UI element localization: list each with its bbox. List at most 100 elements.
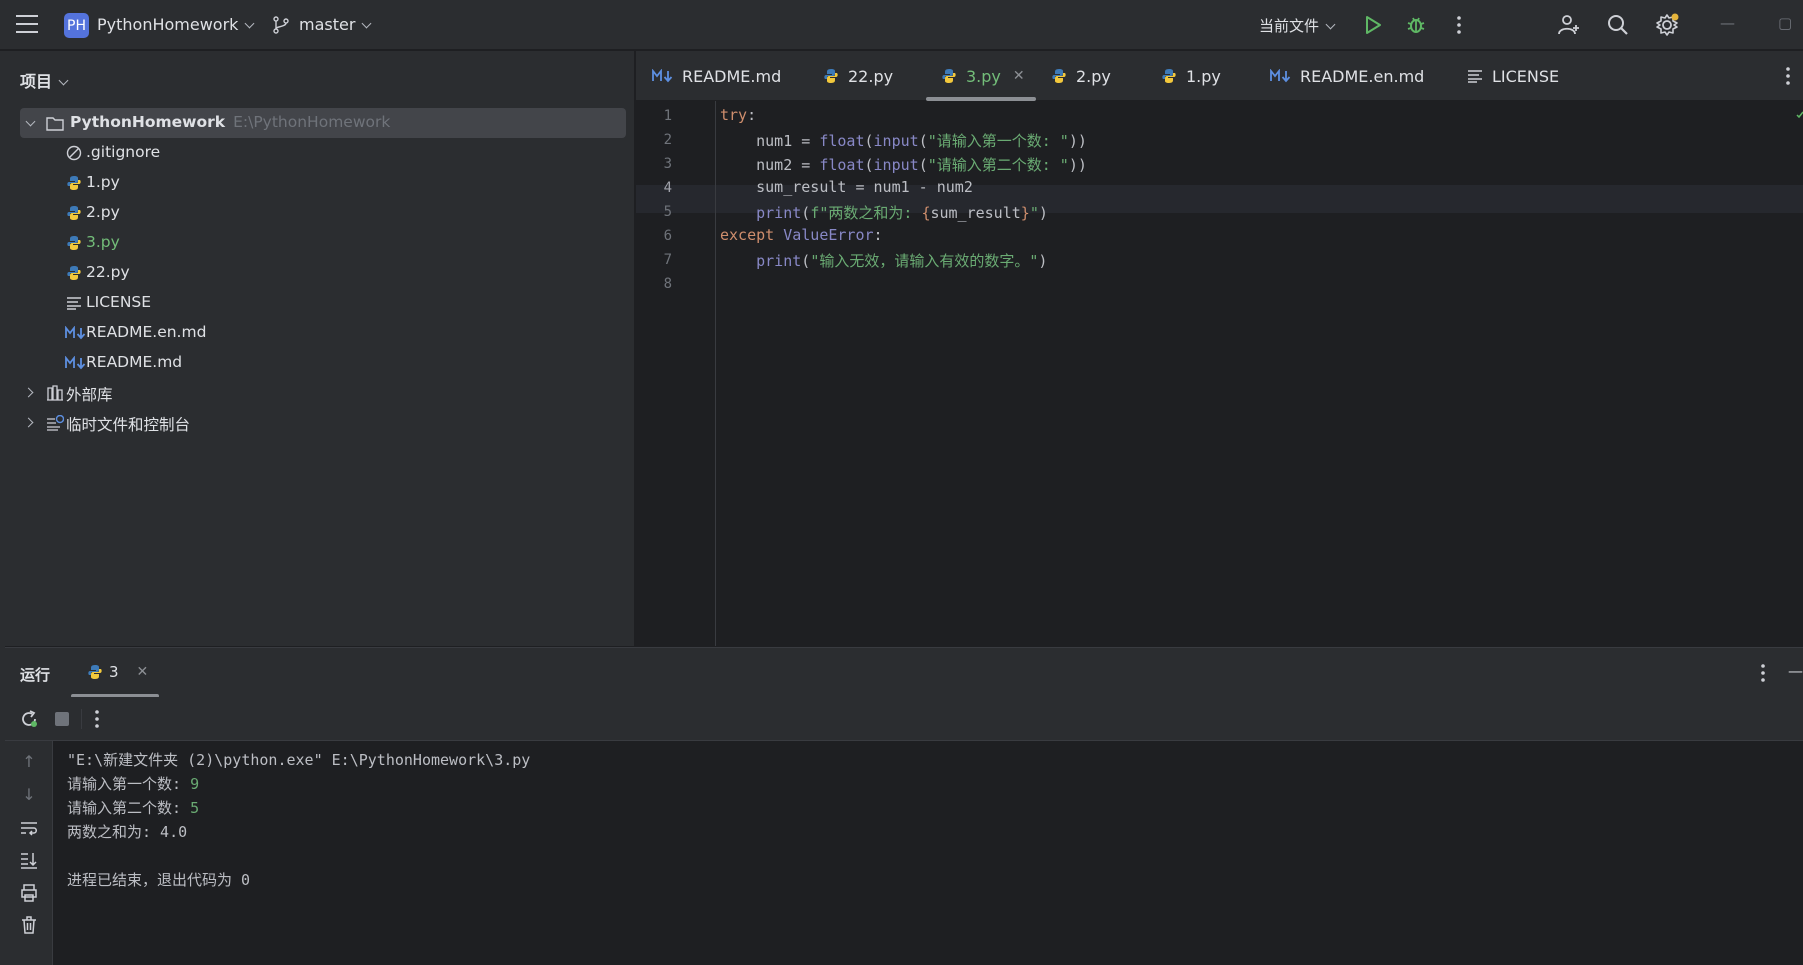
line-number: 1 <box>663 108 672 124</box>
scroll-to-end-icon[interactable] <box>19 850 39 870</box>
arrow-up-icon[interactable]: ↑ <box>19 751 39 771</box>
python-icon <box>65 234 83 252</box>
run-icon[interactable] <box>1360 12 1386 38</box>
tab-label: 22.py <box>848 66 894 86</box>
line-number: 8 <box>663 276 672 292</box>
run-panel-header: 运行 3 ✕ — <box>5 647 1803 698</box>
python-icon <box>65 204 83 222</box>
maximize-icon[interactable]: ▢ <box>1778 14 1792 32</box>
run-toolbar <box>5 697 1803 741</box>
tree-item-label: README.md <box>86 353 183 371</box>
code-line-1: try: <box>720 106 757 124</box>
chevron-right-icon[interactable] <box>23 417 34 428</box>
branch-name: master <box>299 15 356 34</box>
python-icon <box>1050 67 1068 85</box>
chevron-right-icon[interactable] <box>23 387 34 398</box>
python-icon <box>87 664 103 680</box>
ignore-icon <box>65 144 83 162</box>
more-icon[interactable] <box>95 710 99 728</box>
tab-label: 1.py <box>1186 66 1221 86</box>
line-number: 2 <box>663 132 672 148</box>
close-icon[interactable]: ✕ <box>137 664 149 680</box>
settings-icon[interactable] <box>1654 12 1680 38</box>
project-name: PythonHomework <box>97 15 239 34</box>
tree-item-license[interactable]: LICENSE <box>20 288 626 318</box>
markdown-icon <box>65 324 87 342</box>
tree-item-label: 3.py <box>86 233 120 251</box>
tab-readme-en-md[interactable]: README.en.md <box>1270 51 1424 101</box>
project-panel-title: 项目 <box>20 72 53 91</box>
project-selector[interactable]: PythonHomework <box>97 15 255 34</box>
active-tab-indicator <box>926 97 1036 101</box>
text-icon <box>65 294 83 312</box>
markdown-icon <box>1270 67 1292 85</box>
tabs-more-icon[interactable] <box>1786 51 1790 101</box>
more-icon[interactable] <box>1761 664 1765 682</box>
more-icon[interactable] <box>1446 12 1472 38</box>
chevron-down-icon[interactable] <box>25 116 36 127</box>
tree-item-readme-en[interactable]: README.en.md <box>20 318 626 348</box>
tree-item-1py[interactable]: 1.py <box>20 168 626 198</box>
tree-item-gitignore[interactable]: .gitignore <box>20 138 626 168</box>
chevron-down-icon <box>244 18 255 29</box>
trash-icon[interactable] <box>19 915 39 935</box>
tree-item-scratches[interactable]: 临时文件和控制台 <box>20 408 626 438</box>
tree-item-label: 外部库 <box>66 386 113 404</box>
tree-item-2py[interactable]: 2.py <box>20 198 626 228</box>
console-line: 进程已结束，退出代码为 0 <box>67 871 251 889</box>
chevron-down-icon <box>1325 19 1336 30</box>
tree-item-label: 1.py <box>86 173 120 191</box>
tree-item-label: .gitignore <box>86 143 161 161</box>
tab-label: README.en.md <box>1300 66 1425 86</box>
project-badge[interactable]: PH <box>64 13 89 38</box>
tab-label: 3.py <box>966 66 1001 86</box>
tree-item-readme[interactable]: README.md <box>20 348 626 378</box>
debug-icon[interactable] <box>1403 12 1429 38</box>
console-line: 两数之和为: 4.0 <box>67 823 188 841</box>
chevron-down-icon <box>361 18 372 29</box>
tab-3py[interactable]: 3.py ✕ <box>940 51 1025 101</box>
python-icon <box>65 174 83 192</box>
python-icon <box>822 67 840 85</box>
editor-area: README.md 22.py 3.py ✕ 2.py 1.py README.… <box>636 51 1803 646</box>
markdown-icon <box>65 354 87 372</box>
tree-item-3py[interactable]: 3.py <box>20 228 626 258</box>
run-config-selector[interactable]: 当前文件 <box>1259 15 1336 36</box>
stop-icon[interactable] <box>55 712 69 726</box>
arrow-down-icon[interactable]: ↓ <box>19 784 39 804</box>
minimize-icon[interactable]: — <box>1720 14 1735 32</box>
tree-item-external-libs[interactable]: 外部库 <box>20 378 626 408</box>
console-line: 请输入第二个数: 5 <box>67 799 200 817</box>
soft-wrap-icon[interactable] <box>19 818 39 838</box>
run-tab-3[interactable]: 3 ✕ <box>87 663 148 681</box>
inspection-ok-icon[interactable] <box>1796 111 1803 119</box>
tab-readme-md[interactable]: README.md <box>652 51 781 101</box>
tree-root[interactable]: PythonHomework E:\PythonHomework <box>20 108 626 138</box>
branch-selector[interactable]: master <box>299 15 372 34</box>
add-user-icon[interactable] <box>1556 12 1582 38</box>
main-menu-icon[interactable] <box>16 15 38 35</box>
code-line-2: num1 = float(input("请输入第一个数: ")) <box>720 132 1087 150</box>
tab-22py[interactable]: 22.py <box>822 51 893 101</box>
tab-license[interactable]: LICENSE <box>1466 51 1559 101</box>
minimize-panel-icon[interactable]: — <box>1788 662 1803 680</box>
code-line-5: print(f"两数之和为: {sum_result}") <box>756 204 1048 222</box>
tab-1py[interactable]: 1.py <box>1160 51 1221 101</box>
print-icon[interactable] <box>19 883 39 903</box>
tree-item-22py[interactable]: 22.py <box>20 258 626 288</box>
close-icon[interactable]: ✕ <box>1013 68 1025 84</box>
run-panel: 运行 3 ✕ — ↑ ↓ "E:\新建文件夹 (2)\python.exe" E… <box>5 647 1803 965</box>
line-number: 3 <box>663 156 672 172</box>
search-icon[interactable] <box>1605 12 1631 38</box>
chevron-down-icon <box>58 75 69 86</box>
rerun-icon[interactable] <box>19 709 39 729</box>
library-icon <box>46 384 64 402</box>
project-panel-header[interactable]: 项目 <box>20 68 69 92</box>
code-line-4: sum_result = num1 - num2 <box>720 178 973 196</box>
run-config-label: 当前文件 <box>1259 17 1320 35</box>
python-icon <box>940 67 958 85</box>
tab-2py[interactable]: 2.py <box>1050 51 1111 101</box>
markdown-icon <box>652 67 674 85</box>
code-line-6: except ValueError: <box>720 226 883 244</box>
toolbar-divider <box>81 709 82 729</box>
